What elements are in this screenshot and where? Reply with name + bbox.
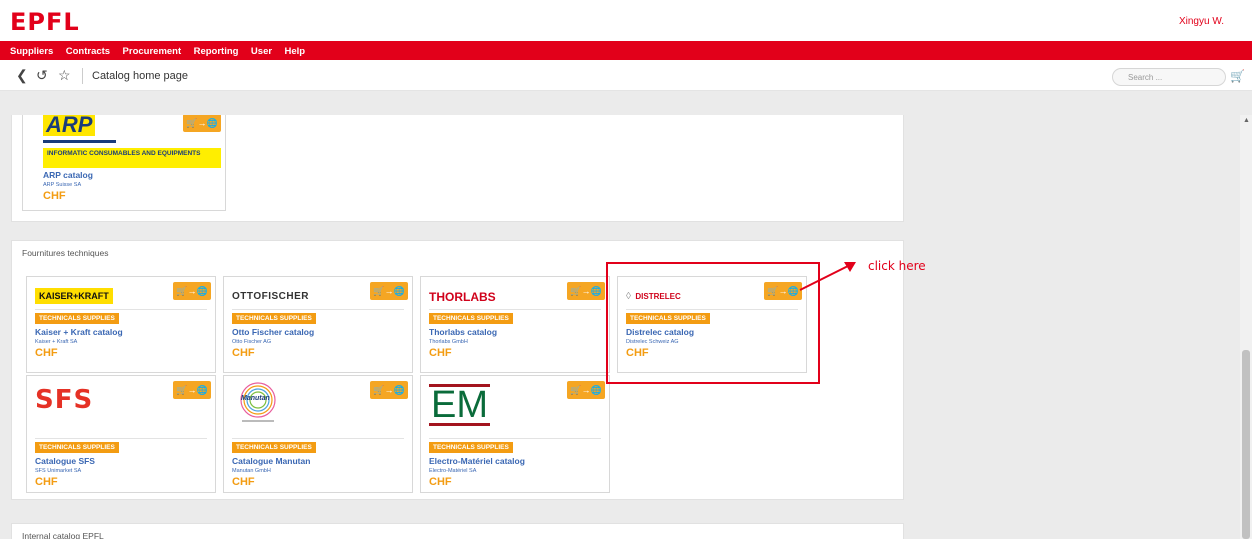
punchout-button[interactable]: 🛒→🌐: [567, 282, 605, 300]
catalog-name[interactable]: Thorlabs catalog: [429, 327, 497, 337]
currency: CHF: [232, 347, 255, 359]
category-tag: TECHNICALS SUPPLIES: [232, 442, 316, 453]
toolbar-divider: [82, 68, 83, 84]
menu-procurement[interactable]: Procurement: [115, 42, 182, 57]
toolbar: ❮ ↺ ☆ Catalog home page: [0, 61, 1252, 91]
punchout-button[interactable]: 🛒→🌐: [370, 381, 408, 399]
category-tag: TECHNICALS SUPPLIES: [429, 442, 513, 453]
history-icon[interactable]: ↺: [36, 68, 48, 82]
category-badge: INFORMATIC CONSUMABLES AND EQUIPMENTS: [43, 148, 221, 168]
search-input[interactable]: Search ...: [1112, 68, 1226, 86]
card-divider: [429, 309, 601, 310]
user-name[interactable]: Xingyu W.: [1179, 16, 1224, 27]
category-tag: TECHNICALS SUPPLIES: [429, 313, 513, 324]
card-divider: [35, 309, 207, 310]
currency: CHF: [429, 347, 452, 359]
catalog-card-arp[interactable]: ARP INFORMATIC CONSUMABLES AND EQUIPMENT…: [22, 115, 226, 211]
catalog-card-manutan[interactable]: Manutan 🛒→🌐 TECHNICALS SUPPLIES Catalogu…: [223, 375, 413, 493]
catalog-card-otto-fischer[interactable]: OTTOFISCHER 🛒→🌐 TECHNICALS SUPPLIES Otto…: [223, 276, 413, 373]
thorlabs-logo: THORLABS: [429, 290, 496, 304]
arp-logo: ARP: [43, 115, 163, 138]
catalog-card-sfs[interactable]: SFS 🛒→🌐 TECHNICALS SUPPLIES Catalogue SF…: [26, 375, 216, 493]
annotation-label: click here: [868, 259, 926, 273]
category-tag: TECHNICALS SUPPLIES: [232, 313, 316, 324]
catalog-name[interactable]: ARP catalog: [43, 170, 93, 180]
content-header-band: [0, 91, 1252, 115]
menu-reporting[interactable]: Reporting: [186, 42, 239, 57]
catalog-name[interactable]: Electro-Matériel catalog: [429, 456, 525, 466]
scroll-thumb[interactable]: [1242, 350, 1250, 539]
punchout-button[interactable]: 🛒→🌐: [183, 115, 221, 132]
currency: CHF: [35, 347, 58, 359]
panel-internal-catalog: Internal catalog EPFL: [11, 523, 904, 539]
card-divider: [429, 438, 601, 439]
logo-underline: [43, 140, 116, 143]
catalog-card-electro-materiel[interactable]: EM 🛒→🌐 TECHNICALS SUPPLIES Electro-Matér…: [420, 375, 610, 493]
panel-informatic: ARP INFORMATIC CONSUMABLES AND EQUIPMENT…: [11, 115, 904, 222]
section-title: Fournitures techniques: [22, 248, 109, 258]
card-divider: [35, 438, 207, 439]
catalog-name[interactable]: Otto Fischer catalog: [232, 327, 314, 337]
supplier-name: Otto Fischer AG: [232, 339, 272, 345]
back-icon[interactable]: ❮: [16, 68, 28, 82]
page-title: Catalog home page: [92, 70, 189, 82]
supplier-name: ARP Suisse SA: [43, 182, 82, 188]
supplier-name: Electro-Matériel SA: [429, 468, 477, 474]
catalog-name[interactable]: Catalogue SFS: [35, 456, 95, 466]
punchout-button[interactable]: 🛒→🌐: [567, 381, 605, 399]
catalog-name[interactable]: Catalogue Manutan: [232, 456, 310, 466]
catalog-name[interactable]: Kaiser + Kraft catalog: [35, 327, 123, 337]
card-divider: [232, 309, 404, 310]
main-menu: Suppliers Contracts Procurement Reportin…: [0, 41, 1252, 60]
electro-materiel-logo: EM: [429, 384, 490, 426]
supplier-name: Kaiser + Kraft SA: [35, 339, 78, 345]
cart-icon[interactable]: 🛒: [1230, 69, 1245, 83]
currency: CHF: [43, 190, 66, 202]
vertical-scrollbar[interactable]: ▲: [1240, 115, 1252, 539]
currency: CHF: [35, 476, 58, 488]
punchout-button[interactable]: 🛒→🌐: [173, 381, 211, 399]
menu-contracts[interactable]: Contracts: [58, 42, 110, 57]
highlight-box: [606, 262, 820, 384]
punchout-button[interactable]: 🛒→🌐: [173, 282, 211, 300]
menu-user[interactable]: User: [243, 42, 272, 57]
supplier-name: SFS Unimarket SA: [35, 468, 82, 474]
kaiser-kraft-logo: KAISER+KRAFT: [35, 285, 155, 309]
currency: CHF: [429, 476, 452, 488]
currency: CHF: [232, 476, 255, 488]
card-divider: [232, 438, 404, 439]
catalog-card-thorlabs[interactable]: THORLABS 🛒→🌐 TECHNICALS SUPPLIES Thorlab…: [420, 276, 610, 373]
catalog-card-kaiser-kraft[interactable]: KAISER+KRAFT 🛒→🌐 TECHNICALS SUPPLIES Kai…: [26, 276, 216, 373]
category-tag: TECHNICALS SUPPLIES: [35, 442, 119, 453]
punchout-button[interactable]: 🛒→🌐: [370, 282, 408, 300]
scroll-up-icon[interactable]: ▲: [1243, 117, 1250, 124]
section-title: Internal catalog EPFL: [22, 531, 104, 539]
otto-fischer-logo: OTTOFISCHER: [232, 291, 309, 302]
menu-help[interactable]: Help: [277, 42, 306, 57]
arrow-icon: [799, 262, 856, 291]
supplier-name: Manutan GmbH: [232, 468, 271, 474]
sfs-logo: SFS: [35, 385, 94, 415]
supplier-name: Thorlabs GmbH: [429, 339, 468, 345]
star-icon[interactable]: ☆: [58, 68, 71, 82]
epfl-logo[interactable]: EPFL: [10, 8, 80, 36]
category-tag: TECHNICALS SUPPLIES: [35, 313, 119, 324]
manutan-logo: Manutan: [238, 380, 278, 430]
top-header: EPFL Xingyu W.: [0, 0, 1252, 41]
menu-suppliers[interactable]: Suppliers: [0, 42, 53, 57]
